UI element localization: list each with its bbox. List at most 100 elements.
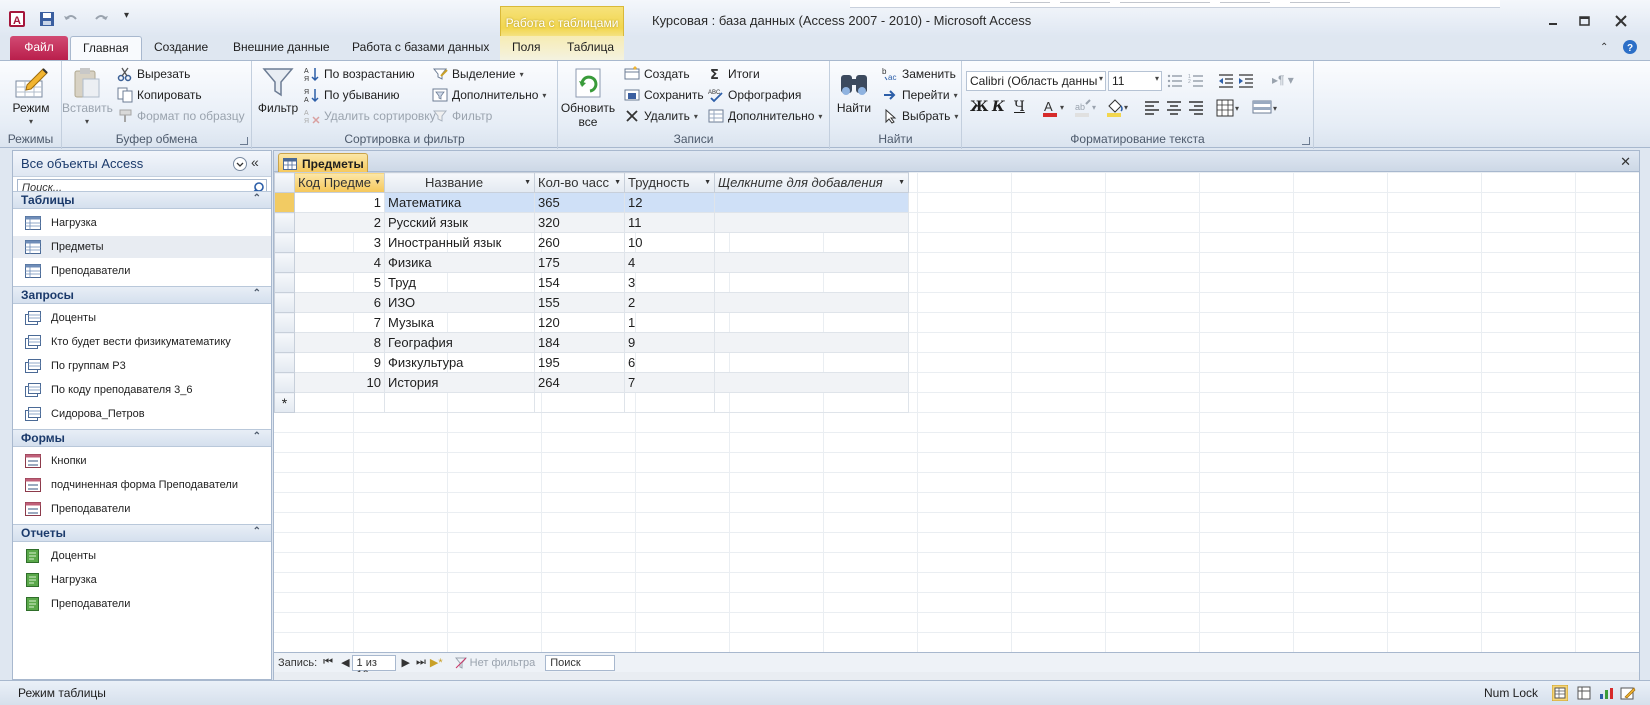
toggle-filter-button[interactable]: Фильтр — [432, 106, 492, 126]
collapse-group-icon[interactable]: ⌃ — [253, 526, 261, 537]
table-cell[interactable] — [294, 392, 385, 413]
previous-record-icon[interactable]: ◀ — [341, 656, 349, 669]
table-cell[interactable]: ИЗО — [384, 292, 535, 313]
selection-button[interactable]: Выделение ▾ — [432, 64, 524, 84]
table-cell[interactable]: География — [384, 332, 535, 353]
table-cell[interactable]: 9 — [624, 332, 715, 353]
table-cell[interactable] — [624, 392, 715, 413]
collapse-group-icon[interactable]: ⌃ — [253, 193, 261, 204]
new-record-row[interactable]: * — [274, 392, 909, 413]
new-record-marker[interactable]: * — [274, 392, 295, 413]
goto-button[interactable]: Перейти ▾ — [882, 85, 958, 105]
first-record-icon[interactable]: ⏮ — [323, 656, 333, 669]
close-window-button[interactable] — [1608, 10, 1634, 32]
redo-icon[interactable] — [92, 10, 110, 28]
alternate-row-color-icon[interactable]: ▾ — [1252, 98, 1282, 118]
table-cell[interactable]: 1 — [624, 312, 715, 333]
table-cell[interactable]: 12 — [624, 192, 715, 213]
bold-button[interactable]: Ж — [970, 99, 988, 115]
table-cell[interactable] — [714, 312, 909, 333]
dialog-launcher-icon[interactable] — [240, 137, 248, 145]
table-row[interactable]: 4 Физика 175 4 — [274, 252, 909, 273]
nav-item[interactable]: По коду преподавателя 3_6 — [13, 379, 271, 401]
table-cell[interactable]: 264 — [534, 372, 625, 393]
record-selector[interactable] — [274, 272, 295, 293]
nav-group-reports-header[interactable]: Отчеты ⌃ — [13, 524, 271, 542]
tab-database-tools[interactable]: Работа с базами данных — [340, 36, 501, 61]
table-row[interactable]: 5 Труд 154 3 — [274, 272, 909, 293]
collapse-group-icon[interactable]: ⌃ — [253, 431, 261, 442]
record-selector[interactable] — [274, 372, 295, 393]
table-cell[interactable]: Иностранный язык — [384, 232, 535, 253]
record-selector[interactable] — [274, 192, 295, 213]
nav-item[interactable]: подчиненная форма Преподаватели — [13, 474, 271, 496]
nav-item[interactable]: Предметы — [13, 236, 271, 258]
table-row[interactable]: 1 Математика 365 12 — [274, 192, 909, 213]
table-cell[interactable] — [714, 352, 909, 373]
paste-button[interactable]: Вставить ▾ — [62, 65, 113, 129]
column-header-kod[interactable]: Код Предме ▼ — [294, 172, 385, 193]
tab-external-data[interactable]: Внешние данные — [221, 36, 342, 61]
nav-item[interactable]: По группам Р3 — [13, 355, 271, 377]
more-records-button[interactable]: Дополнительно ▾ — [708, 106, 822, 126]
table-cell[interactable] — [714, 332, 909, 353]
collapse-ribbon-icon[interactable]: ⌃ — [1600, 42, 1608, 53]
table-row[interactable]: 7 Музыка 120 1 — [274, 312, 909, 333]
filter-status[interactable]: Нет фильтра — [454, 657, 535, 669]
new-record-button[interactable]: Создать — [624, 64, 690, 84]
refresh-all-button[interactable]: Обновить все — [560, 65, 616, 129]
table-row[interactable]: 8 География 184 9 — [274, 332, 909, 353]
nav-menu-dropdown-icon[interactable] — [232, 156, 248, 172]
spelling-button[interactable]: ABC Орфография — [708, 85, 801, 105]
nav-item[interactable]: Нагрузка — [13, 212, 271, 234]
table-cell[interactable]: 10 — [294, 372, 385, 393]
table-cell[interactable] — [534, 392, 625, 413]
pivot-chart-view-icon[interactable] — [1598, 685, 1614, 701]
datasheet-view-icon[interactable] — [1552, 685, 1568, 701]
cut-button[interactable]: Вырезать — [117, 64, 190, 84]
tab-home[interactable]: Главная — [70, 36, 142, 62]
table-row[interactable]: 6 ИЗО 155 2 — [274, 292, 909, 313]
column-header-add[interactable]: Щелкните для добавления ▼ — [714, 172, 909, 193]
align-right-icon[interactable] — [1188, 100, 1204, 116]
table-cell[interactable]: 154 — [534, 272, 625, 293]
table-cell[interactable]: 6 — [294, 292, 385, 313]
table-cell[interactable]: 120 — [534, 312, 625, 333]
table-cell[interactable]: История — [384, 372, 535, 393]
font-size-combo[interactable]: 11 ▾ — [1108, 71, 1162, 91]
table-row[interactable]: 10 История 264 7 — [274, 372, 909, 393]
gridlines-icon[interactable]: ▾ — [1216, 98, 1244, 118]
table-cell[interactable]: 260 — [534, 232, 625, 253]
fill-color-icon[interactable]: ▾ — [1106, 98, 1132, 118]
access-logo-icon[interactable]: A — [8, 10, 26, 28]
remove-sort-button[interactable]: AЯ Удалить сортировку — [304, 106, 436, 126]
nav-item[interactable]: Преподаватели — [13, 260, 271, 282]
pivot-table-view-icon[interactable] — [1576, 685, 1592, 701]
table-cell[interactable] — [714, 372, 909, 393]
table-cell[interactable]: 365 — [534, 192, 625, 213]
save-record-button[interactable]: Сохранить — [624, 85, 704, 105]
nav-item[interactable]: Кто будет вести физикуматематику — [13, 331, 271, 353]
help-icon[interactable]: ? — [1622, 39, 1638, 55]
record-selector[interactable] — [274, 252, 295, 273]
table-cell[interactable] — [714, 272, 909, 293]
align-left-icon[interactable] — [1144, 100, 1160, 116]
tab-create[interactable]: Создание — [142, 36, 220, 61]
new-record-icon[interactable]: ▶* — [430, 656, 443, 669]
table-cell[interactable] — [714, 232, 909, 253]
table-cell[interactable]: 7 — [624, 372, 715, 393]
table-cell[interactable]: 3 — [624, 272, 715, 293]
filter-button[interactable]: Фильтр — [254, 65, 302, 115]
numbering-icon[interactable]: 12 — [1188, 73, 1204, 89]
tab-table[interactable]: Таблица — [555, 36, 626, 61]
record-selector[interactable] — [274, 232, 295, 253]
table-cell[interactable] — [714, 392, 909, 413]
delete-record-button[interactable]: Удалить ▾ — [624, 106, 698, 126]
italic-button[interactable]: К — [992, 99, 1005, 115]
table-cell[interactable]: 6 — [624, 352, 715, 373]
table-cell[interactable] — [714, 212, 909, 233]
paragraph-direction-icon[interactable]: ▸¶ ▾ — [1272, 73, 1294, 87]
advanced-filter-button[interactable]: Дополнительно ▾ — [432, 85, 546, 105]
select-all-corner[interactable] — [274, 172, 295, 193]
shutter-bar-close-icon[interactable]: « — [251, 154, 259, 170]
